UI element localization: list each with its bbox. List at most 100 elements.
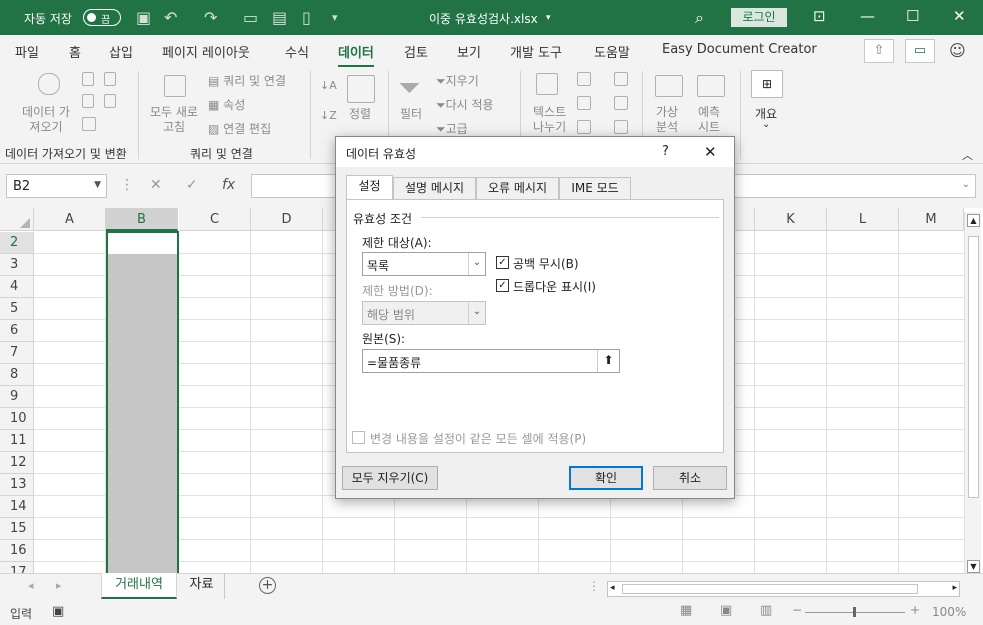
tab-file[interactable]: 파일 [15, 42, 39, 61]
collapse-range-icon[interactable]: ⬆ [597, 350, 619, 372]
outline-dropdown-icon[interactable]: ⌄ [762, 119, 770, 130]
get-data-button[interactable]: 데이터 가 져오기 [22, 105, 70, 135]
collapse-ribbon-icon[interactable]: ︿ [962, 147, 973, 163]
add-sheet-icon[interactable]: + [259, 577, 276, 594]
advanced-filter-button[interactable]: ⏷고급 [436, 120, 468, 137]
clear-all-button[interactable]: 모두 지우기(C) [342, 466, 438, 490]
tab-settings[interactable]: 설정 [346, 175, 393, 199]
sort-descending-icon[interactable]: ↓Z [320, 109, 337, 122]
data-select[interactable]: 해당 범위 ⌄ [362, 301, 486, 325]
page-layout-view-icon[interactable]: ▣ [720, 603, 732, 618]
dialog-title-bar[interactable]: 데이터 유효성 ? ✕ [336, 137, 734, 167]
data-dropdown-icon[interactable]: ⌄ [468, 302, 485, 324]
select-all-corner[interactable] [0, 208, 34, 231]
scroll-up-icon[interactable]: ▲ [967, 214, 980, 227]
row-header[interactable]: 11 [0, 430, 34, 452]
name-box[interactable]: B2 ▼ [6, 174, 107, 198]
search-icon[interactable]: ⌕ [695, 8, 704, 28]
tab-input-message[interactable]: 설명 메시지 [393, 177, 476, 199]
queries-connections-button[interactable]: ▤ 쿼리 및 연결 [208, 72, 286, 89]
scroll-right-icon[interactable]: ▸ [952, 583, 957, 593]
tab-error-alert[interactable]: 오류 메시지 [476, 177, 559, 199]
from-table-icon[interactable] [82, 94, 94, 108]
column-header[interactable]: D [251, 208, 323, 231]
tab-help[interactable]: 도움말 [594, 42, 630, 61]
text-to-columns-button[interactable]: 텍스트 나누기 [533, 105, 566, 135]
row-header[interactable]: 16 [0, 540, 34, 562]
maximize-icon[interactable]: ☐ [906, 7, 919, 25]
flash-fill-icon[interactable] [577, 72, 591, 86]
from-web-icon[interactable] [104, 72, 116, 86]
selected-range[interactable] [106, 231, 179, 573]
row-header[interactable]: 7 [0, 342, 34, 364]
from-text-icon[interactable] [82, 72, 94, 86]
tab-home[interactable]: 홈 [69, 42, 81, 61]
row-header[interactable]: 10 [0, 408, 34, 430]
next-sheet-icon[interactable]: ▸ [56, 579, 62, 592]
sheet-tab-transactions[interactable]: 거래내역 [101, 573, 177, 599]
show-dropdown-checkbox[interactable]: ✓ [496, 279, 509, 292]
filter-button[interactable]: 필터 [400, 105, 422, 122]
redo-icon[interactable]: ↷ [204, 8, 217, 27]
layout-icon[interactable]: ▤ [272, 8, 287, 27]
cancel-button[interactable]: 취소 [653, 466, 727, 490]
undo-icon[interactable]: ↶ [164, 8, 177, 27]
normal-view-icon[interactable]: ▦ [680, 603, 692, 618]
sheet-tab-data[interactable]: 자료 [179, 573, 225, 599]
clear-filter-button[interactable]: ⏷지우기 [436, 72, 479, 89]
scroll-left-icon[interactable]: ◂ [610, 583, 615, 593]
row-header[interactable]: 6 [0, 320, 34, 342]
cancel-entry-icon[interactable]: ✕ [150, 177, 162, 193]
allow-dropdown-icon[interactable]: ⌄ [468, 253, 485, 275]
row-header[interactable]: 15 [0, 518, 34, 540]
row-header[interactable]: 2 [0, 232, 34, 254]
insert-function-icon[interactable]: fx [222, 177, 235, 193]
tab-split-handle[interactable]: ⋮ [588, 579, 600, 593]
relationships-icon[interactable] [614, 96, 628, 110]
reapply-button[interactable]: ⏷다시 적용 [436, 96, 494, 113]
document-icon[interactable]: ▯ [302, 8, 311, 27]
tab-data[interactable]: 데이터 [338, 42, 374, 68]
horizontal-scrollbar[interactable]: ◂ ▸ [607, 581, 960, 597]
share-icon[interactable]: ⇧ [864, 39, 894, 63]
tab-ime-mode[interactable]: IME 모드 [559, 177, 631, 199]
minimize-icon[interactable]: — [860, 7, 875, 25]
tab-review[interactable]: 검토 [404, 42, 428, 61]
scroll-down-icon[interactable]: ▼ [967, 560, 980, 573]
data-validation-icon[interactable] [577, 120, 591, 134]
tab-view[interactable]: 보기 [457, 42, 481, 61]
row-header[interactable]: 4 [0, 276, 34, 298]
feedback-smiley-icon[interactable]: ☺ [949, 41, 966, 60]
comment-icon[interactable]: ▭ [905, 39, 935, 63]
column-header[interactable]: C [179, 208, 251, 231]
vertical-scroll-thumb[interactable] [968, 236, 979, 498]
zoom-out-icon[interactable]: − [792, 603, 802, 617]
data-model-icon[interactable] [614, 120, 628, 134]
login-button[interactable]: 로그인 [731, 8, 787, 27]
forecast-sheet-button[interactable]: 예측 시트 [698, 105, 720, 135]
tab-page-layout[interactable]: 페이지 레이아웃 [162, 42, 250, 61]
source-input[interactable]: =물품종류 ⬆ [362, 349, 620, 373]
enter-icon[interactable]: ✓ [186, 177, 198, 193]
zoom-in-icon[interactable]: + [910, 603, 920, 617]
autosave-toggle[interactable]: 끔 [83, 9, 121, 26]
ignore-blank-checkbox[interactable]: ✓ [496, 256, 509, 269]
recent-sources-icon[interactable] [104, 94, 116, 108]
tab-insert[interactable]: 삽입 [109, 42, 133, 61]
tab-easy-document-creator[interactable]: Easy Document Creator [662, 42, 817, 57]
close-icon[interactable]: ✕ [953, 7, 966, 25]
zoom-slider[interactable] [805, 607, 905, 617]
existing-connections-icon[interactable] [82, 117, 96, 131]
horizontal-scroll-thumb[interactable] [622, 584, 918, 594]
active-cell[interactable] [108, 233, 177, 254]
row-header[interactable]: 5 [0, 298, 34, 320]
column-header[interactable]: B [106, 208, 178, 231]
row-header[interactable]: 8 [0, 364, 34, 386]
properties-button[interactable]: ▦ 속성 [208, 96, 245, 113]
row-header[interactable]: 13 [0, 474, 34, 496]
row-header[interactable]: 3 [0, 254, 34, 276]
allow-select[interactable]: 목록 ⌄ [362, 252, 486, 276]
column-header[interactable]: M [899, 208, 964, 231]
row-header[interactable]: 9 [0, 386, 34, 408]
row-header[interactable]: 14 [0, 496, 34, 518]
